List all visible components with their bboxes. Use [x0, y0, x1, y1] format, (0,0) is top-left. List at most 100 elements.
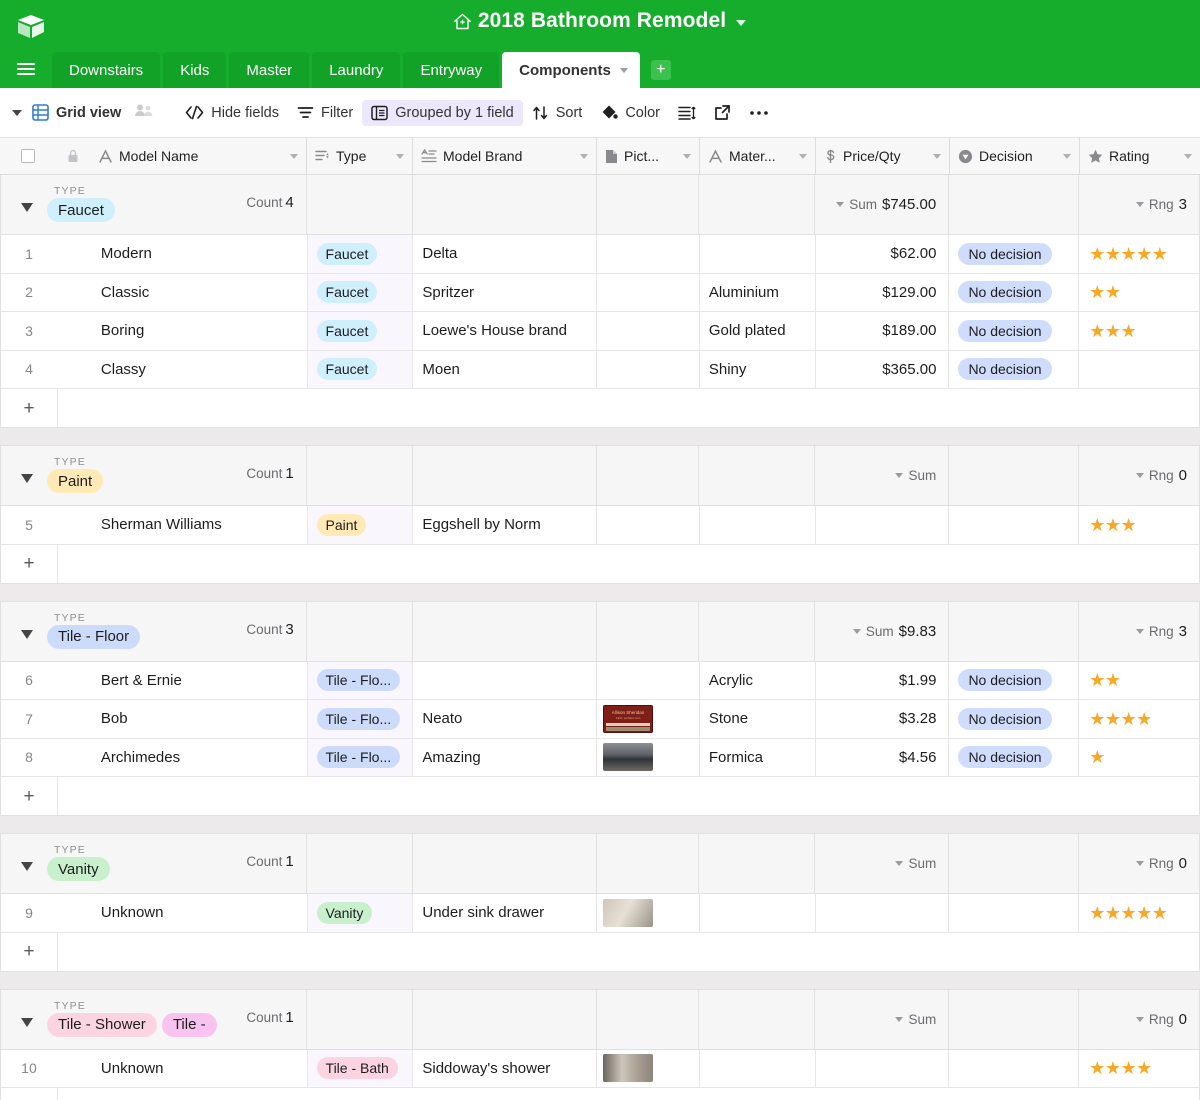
cell-model-name[interactable]: Bob — [57, 700, 308, 738]
cell-model-name[interactable]: Unknown — [57, 894, 308, 932]
field-header-picture[interactable]: Pict... — [597, 138, 700, 174]
view-sidebar-toggle-icon[interactable] — [12, 109, 22, 116]
field-header-rating[interactable]: Rating — [1080, 138, 1200, 174]
group-value-chip[interactable]: Faucet — [47, 198, 115, 222]
group-summary-brand[interactable] — [413, 175, 597, 234]
table-row[interactable]: 8 Archimedes Tile - Flo... Amazing Formica $4… — [1, 738, 1199, 777]
star-icon[interactable]: ★ — [1089, 283, 1105, 301]
cell-price-qty[interactable]: $189.00 — [816, 312, 950, 350]
star-icon[interactable]: ★ — [1105, 710, 1121, 728]
star-icon[interactable]: ★ — [1089, 245, 1105, 263]
rating-stars[interactable]: ★ ★ ★ ★ ★ — [1089, 904, 1168, 922]
group-summary-picture[interactable] — [597, 446, 700, 505]
rating-stars[interactable]: ★ ★ — [1089, 283, 1121, 301]
cell-type[interactable]: Tile - Bath — [307, 1049, 414, 1087]
group-summary-decision[interactable] — [949, 175, 1080, 234]
base-title[interactable]: 2018 Bathroom Remodel — [0, 9, 1200, 33]
cell-material[interactable]: Aluminium — [700, 273, 816, 311]
tab-components[interactable]: Components — [502, 52, 640, 88]
group-summary-decision[interactable] — [949, 989, 1080, 1049]
group-summary-material[interactable] — [699, 989, 816, 1049]
star-icon[interactable]: ★ — [1105, 904, 1121, 922]
group-value-chip[interactable]: Tile - Floor — [47, 624, 141, 649]
cell-picture[interactable] — [597, 312, 700, 350]
star-icon[interactable]: ★ — [1105, 245, 1121, 263]
cell-type[interactable]: Tile - Flo... — [307, 700, 414, 738]
group-collapse-toggle-icon[interactable] — [21, 203, 33, 212]
group-collapse-toggle-icon[interactable] — [21, 1017, 33, 1027]
chevron-down-icon[interactable] — [895, 473, 904, 478]
cell-model-name[interactable]: Bert & Ernie — [57, 661, 308, 699]
cell-material[interactable]: Acrylic — [700, 661, 816, 699]
group-summary-rating[interactable]: Rng 0 — [1079, 834, 1199, 893]
cell-rating[interactable]: ★ ★ ★ ★ ★ — [1079, 894, 1199, 932]
cell-type[interactable]: Faucet — [307, 273, 414, 311]
group-summary-brand[interactable] — [413, 989, 597, 1049]
cell-decision[interactable] — [949, 894, 1080, 932]
cell-material[interactable] — [700, 235, 816, 273]
star-icon[interactable]: ★ — [1105, 516, 1121, 534]
cell-rating[interactable]: ★ ★ ★ ★ ★ — [1079, 235, 1199, 273]
cell-picture[interactable]: Allison Sheridan CEO, podfeet.com — [597, 700, 700, 738]
star-icon[interactable]: ★ — [1121, 710, 1137, 728]
star-icon[interactable]: ★ — [1089, 516, 1105, 534]
star-icon[interactable]: ★ — [1105, 671, 1121, 689]
group-summary-price[interactable]: Sum — [815, 834, 950, 893]
cell-picture[interactable] — [597, 894, 700, 932]
chevron-down-icon[interactable] — [580, 153, 588, 159]
collaborators-icon[interactable] — [134, 103, 154, 122]
group-summary-type[interactable] — [307, 834, 413, 893]
group-value-chip[interactable]: Vanity — [47, 857, 110, 881]
table-row[interactable]: 10 Unknown Tile - Bath Siddoway's shower ★ ★ ★… — [1, 1049, 1199, 1088]
star-icon[interactable]: ★ — [1152, 245, 1168, 263]
chevron-down-icon[interactable] — [852, 628, 861, 634]
sort-button[interactable]: Sort — [523, 100, 592, 126]
add-row[interactable]: + — [1, 932, 1199, 971]
field-header-model-brand[interactable]: Model Brand — [413, 138, 597, 174]
cell-decision[interactable]: No decision — [949, 273, 1080, 311]
chevron-down-icon[interactable] — [1184, 153, 1192, 159]
star-icon[interactable]: ★ — [1121, 1059, 1137, 1077]
star-icon[interactable]: ★ — [1089, 671, 1105, 689]
rating-stars[interactable]: ★ ★ — [1089, 671, 1121, 689]
group-collapse-toggle-icon[interactable] — [21, 862, 33, 871]
cell-model-brand[interactable]: Moen — [413, 350, 598, 388]
group-value-chip[interactable]: Tile - — [161, 1012, 217, 1037]
star-icon[interactable]: ★ — [1089, 748, 1105, 766]
cell-rating[interactable]: ★ ★ — [1079, 274, 1199, 312]
cell-picture[interactable] — [597, 235, 700, 273]
cell-model-name[interactable]: Classic — [57, 273, 308, 311]
cell-type[interactable]: Faucet — [307, 312, 414, 350]
cell-model-name[interactable]: Classy — [57, 350, 308, 388]
cell-material[interactable]: Shiny — [700, 350, 816, 388]
rating-stars[interactable]: ★ ★ ★ — [1089, 516, 1136, 534]
cell-model-name[interactable]: Boring — [57, 312, 308, 350]
star-icon[interactable]: ★ — [1089, 322, 1105, 340]
cell-price-qty[interactable] — [816, 506, 950, 544]
cell-price-qty[interactable]: $365.00 — [816, 350, 950, 388]
cell-rating[interactable]: ★ ★ ★ ★ — [1079, 700, 1199, 738]
star-icon[interactable]: ★ — [1136, 1059, 1152, 1077]
star-icon[interactable]: ★ — [1136, 710, 1152, 728]
chevron-down-icon[interactable] — [619, 67, 628, 73]
share-view-button[interactable] — [705, 99, 740, 126]
grid-view-button[interactable]: Grid view — [26, 99, 130, 126]
group-summary-rating[interactable]: Rng 3 — [1079, 175, 1199, 234]
group-summary-material[interactable] — [699, 446, 816, 505]
chevron-down-icon[interactable] — [1135, 202, 1144, 207]
cell-picture[interactable] — [597, 350, 700, 388]
cell-decision[interactable] — [949, 506, 1080, 544]
color-button[interactable]: Color — [591, 99, 669, 126]
cell-model-brand[interactable] — [413, 661, 598, 699]
group-button[interactable]: Grouped by 1 field — [362, 99, 523, 126]
group-summary-rating[interactable]: Rng 0 — [1079, 990, 1199, 1049]
field-header-type[interactable]: Type — [307, 138, 413, 174]
add-row[interactable]: + — [1, 1088, 1199, 1100]
cell-rating[interactable]: ★ ★ ★ — [1079, 312, 1199, 350]
cell-type[interactable]: Paint — [307, 506, 414, 544]
group-summary-picture[interactable] — [597, 175, 700, 234]
field-header-price-qty[interactable]: Price/Qty — [816, 138, 950, 174]
star-icon[interactable]: ★ — [1152, 904, 1168, 922]
add-row[interactable]: + — [1, 777, 1199, 815]
table-row[interactable]: 2 Classic Faucet Spritzer Aluminium $129.00 No… — [1, 273, 1199, 312]
